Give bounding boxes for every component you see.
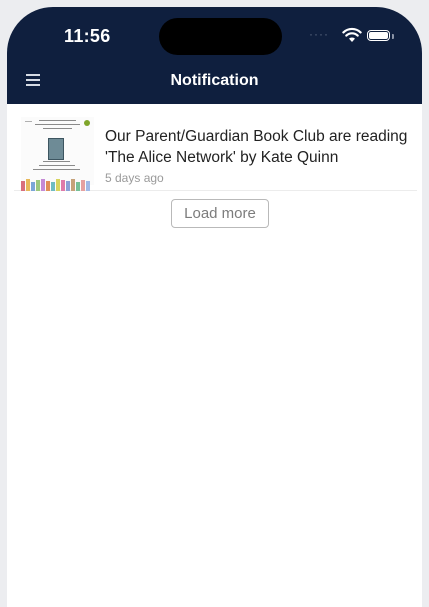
battery-tip — [392, 33, 394, 39]
wifi-icon — [342, 27, 362, 42]
status-icons: ···· — [309, 27, 399, 45]
page-title: Notification — [170, 72, 259, 89]
status-time: 11:56 — [64, 26, 111, 46]
book-club-poster-thumbnail — [21, 117, 94, 191]
phone-screen: 11:56 ···· Notification Our Parent/Guard… — [7, 7, 422, 607]
app-header: 11:56 ···· Notification — [7, 7, 422, 104]
notification-item[interactable]: Our Parent/Guardian Book Club are readin… — [14, 115, 417, 191]
battery-icon — [367, 30, 390, 41]
notification-time: 5 days ago — [105, 171, 164, 185]
notification-text: Our Parent/Guardian Book Club are readin… — [105, 128, 408, 166]
load-more-button[interactable]: Load more — [171, 199, 269, 228]
dynamic-island — [159, 18, 282, 55]
signal-dots-icon: ···· — [309, 27, 329, 41]
